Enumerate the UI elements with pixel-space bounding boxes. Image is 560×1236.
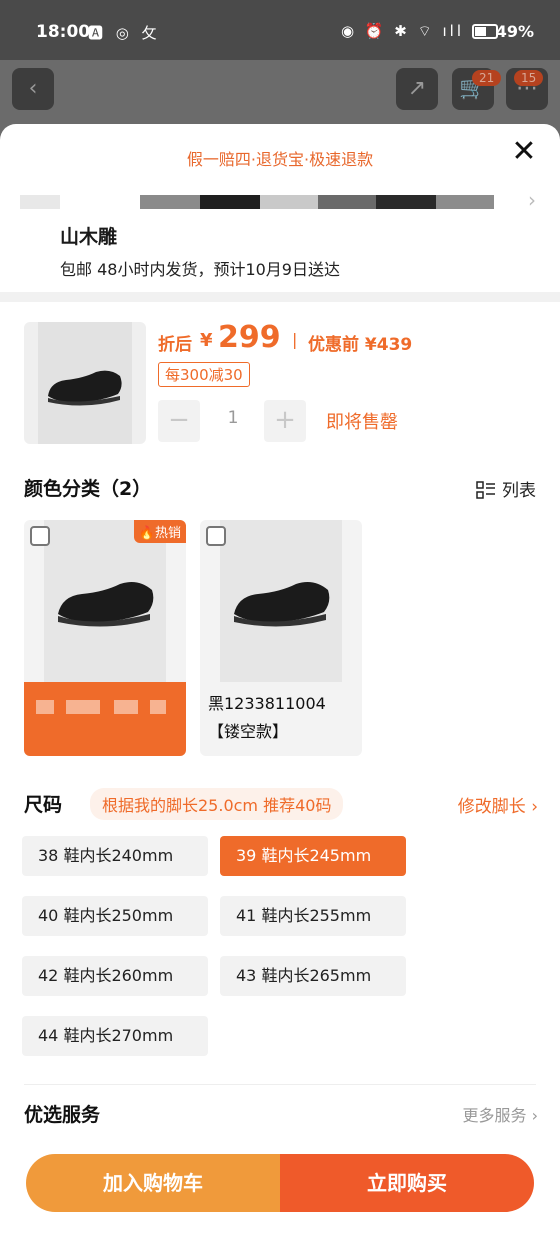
list-view-toggle[interactable]: 列表 [476,476,536,501]
battery-percent: 49% [495,22,534,41]
shoe-image [58,582,154,627]
service-section-title: 优选服务 [24,1104,101,1126]
action-buttons: 加入购物车 立即购买 [26,1154,534,1212]
back-icon[interactable]: ‹ [12,68,54,110]
system-icons: ◉ ⏰ ✱ ⌔ ıll [340,22,464,40]
notification-icons: 🅰 ◎ 攵 [88,24,161,42]
quantity-plus-button[interactable]: + [264,400,306,442]
zoom-icon[interactable] [30,526,50,546]
background-header: ‹ ↗ 🛒 21 ⋯ 15 [0,60,560,130]
coupon-badge: 每300减30 [158,362,250,387]
chevron-right-icon[interactable]: › [528,188,536,212]
section-divider [0,292,560,302]
size-option-38[interactable]: 38 鞋内长240mm [22,836,208,876]
shipping-info: 包邮 48小时内发货，预计10月9日送达 [60,260,340,279]
size-option-44[interactable]: 44 鞋内长270mm [22,1016,208,1056]
shoe-image [234,582,330,627]
close-icon[interactable]: ✕ [508,136,540,168]
color-option-2-label: 黑1233811004 【镂空款】 [208,690,326,746]
after-discount-label: 折后 [158,335,192,355]
more-services-link[interactable]: 更多服务 › [463,1102,539,1126]
color-option-1-label [24,682,186,756]
size-option-42[interactable]: 42 鞋内长260mm [22,956,208,996]
size-option-43[interactable]: 43 鞋内长265mm [220,956,406,996]
price-separator: | [292,330,298,349]
color-section-title: 颜色分类（2） [24,478,152,500]
zoom-icon[interactable] [206,526,226,546]
add-to-cart-button[interactable]: 加入购物车 [26,1154,280,1212]
buy-now-button[interactable]: 立即购买 [280,1154,534,1212]
redacted-address [20,190,500,214]
size-option-39[interactable]: 39 鞋内长245mm [220,836,406,876]
list-view-icon [476,481,495,499]
product-thumbnail[interactable] [24,322,146,444]
redacted-label [36,700,166,714]
share-icon[interactable]: ↗ [396,68,438,110]
size-option-41[interactable]: 41 鞋内长255mm [220,896,406,936]
cart-count-badge: 21 [472,70,502,86]
color-option-2[interactable]: 黑1233811004 【镂空款】 [200,520,362,756]
size-recommendation: 根据我的脚长25.0cm 推荐40码 [90,788,344,820]
discount-price: 299 [218,320,281,355]
original-price: 优惠前 ¥439 [308,335,413,355]
currency-symbol: ¥ [200,330,213,351]
sku-sheet: 假一赔四·退货宝·极速退款 ✕ › 山木雕 包邮 48小时内发货，预计10月9日… [0,124,560,1236]
shop-name: 山木雕 [60,226,118,248]
size-section-title: 尺码 [24,794,63,816]
modify-foot-length-link[interactable]: 修改脚长 › [458,792,538,817]
shoe-image [48,370,122,406]
color-option-1[interactable]: 🔥热销 [24,520,186,756]
clock: 18:00 [36,22,91,42]
divider [24,1084,536,1085]
status-bar: 18:00 🅰 ◎ 攵 ◉ ⏰ ✱ ⌔ ıll 49% [0,0,560,60]
quantity-minus-button[interactable]: − [158,400,200,442]
battery-icon [472,24,498,39]
message-count-badge: 15 [514,70,544,86]
quantity-value[interactable]: 1 [210,408,256,428]
guarantee-banner: 假一赔四·退货宝·极速退款 [186,150,374,169]
list-view-label: 列表 [502,481,536,501]
color-style: 【镂空款】 [208,722,289,741]
color-code: 黑1233811004 [208,694,326,713]
hot-sale-badge: 🔥热销 [133,520,186,543]
stock-status: 即将售罄 [326,412,398,433]
size-option-40[interactable]: 40 鞋内长250mm [22,896,208,936]
